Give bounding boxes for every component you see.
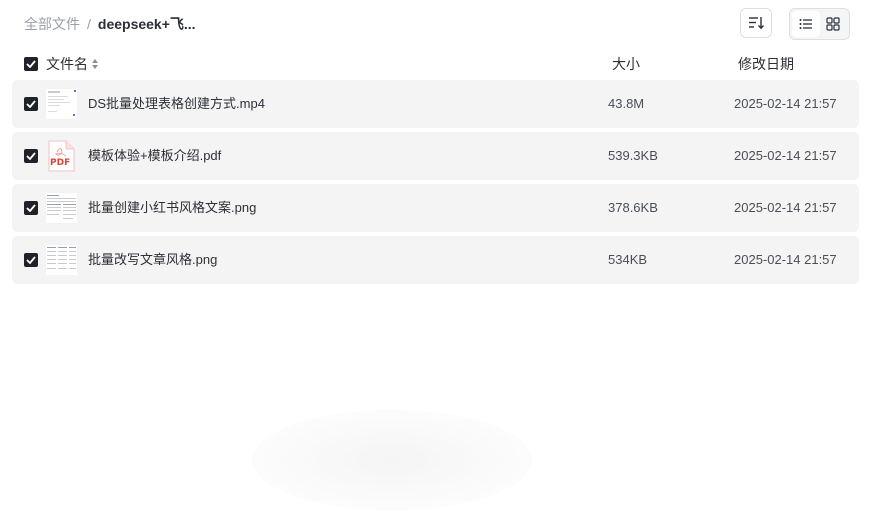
file-name[interactable]: DS批量处理表格创建方式.mp4 bbox=[88, 80, 265, 128]
file-row[interactable]: 批量改写文章风格.png 534KB 2025-02-14 21:57 bbox=[12, 236, 859, 284]
grid-view-button[interactable] bbox=[820, 11, 848, 37]
list-view-icon bbox=[799, 19, 812, 29]
file-date: 2025-02-14 21:57 bbox=[734, 252, 837, 267]
file-row[interactable]: PDF 模板体验+模板介绍.pdf 539.3KB 2025-02-14 21:… bbox=[12, 132, 859, 180]
list-view-button[interactable] bbox=[792, 11, 820, 37]
check-icon bbox=[26, 204, 36, 212]
file-date: 2025-02-14 21:57 bbox=[734, 148, 837, 163]
file-name[interactable]: 批量改写文章风格.png bbox=[88, 236, 217, 284]
file-size: 378.6KB bbox=[608, 200, 658, 215]
row-checkbox[interactable] bbox=[24, 253, 38, 267]
file-size: 43.8M bbox=[608, 96, 645, 111]
image-thumbnail bbox=[45, 244, 78, 276]
breadcrumb: 全部文件 / deepseek+飞... bbox=[24, 14, 196, 34]
row-checkbox[interactable] bbox=[24, 149, 38, 163]
file-row[interactable]: 批量创建小红书风格文案.png 378.6KB 2025-02-14 21:57 bbox=[12, 184, 859, 232]
empty-area-shadow bbox=[252, 410, 532, 510]
file-size: 534KB bbox=[608, 252, 648, 267]
breadcrumb-current-folder: deepseek+飞... bbox=[97, 16, 196, 32]
column-header-name[interactable]: 文件名 bbox=[46, 54, 88, 74]
row-checkbox[interactable] bbox=[24, 201, 38, 215]
sort-button[interactable] bbox=[740, 8, 772, 38]
file-name[interactable]: 模板体验+模板介绍.pdf bbox=[88, 132, 221, 180]
row-checkbox[interactable] bbox=[24, 97, 38, 111]
file-name[interactable]: 批量创建小红书风格文案.png bbox=[88, 184, 256, 232]
header-name-column: 文件名 bbox=[24, 54, 98, 74]
sort-caret-icon[interactable] bbox=[92, 59, 98, 69]
image-thumbnail bbox=[45, 192, 78, 224]
column-header-date: 修改日期 bbox=[738, 56, 794, 72]
check-icon bbox=[26, 152, 36, 160]
file-date: 2025-02-14 21:57 bbox=[734, 96, 837, 111]
pdf-file-icon: PDF bbox=[45, 140, 78, 172]
view-toggle bbox=[789, 8, 850, 40]
file-size: 539.3KB bbox=[608, 148, 658, 163]
pdf-label: PDF bbox=[50, 158, 71, 168]
file-row[interactable]: DS批量处理表格创建方式.mp4 43.8M 2025-02-14 21:57 bbox=[12, 80, 859, 128]
check-icon bbox=[26, 60, 36, 68]
select-all-checkbox[interactable] bbox=[24, 57, 38, 71]
check-icon bbox=[26, 256, 36, 264]
breadcrumb-root-link[interactable]: 全部文件 bbox=[24, 14, 80, 34]
video-thumbnail bbox=[45, 88, 78, 120]
check-icon bbox=[26, 100, 36, 108]
column-header-size: 大小 bbox=[612, 56, 640, 72]
breadcrumb-separator: / bbox=[87, 16, 91, 32]
sort-icon bbox=[749, 17, 764, 30]
grid-view-icon bbox=[826, 17, 840, 31]
file-date: 2025-02-14 21:57 bbox=[734, 200, 837, 215]
